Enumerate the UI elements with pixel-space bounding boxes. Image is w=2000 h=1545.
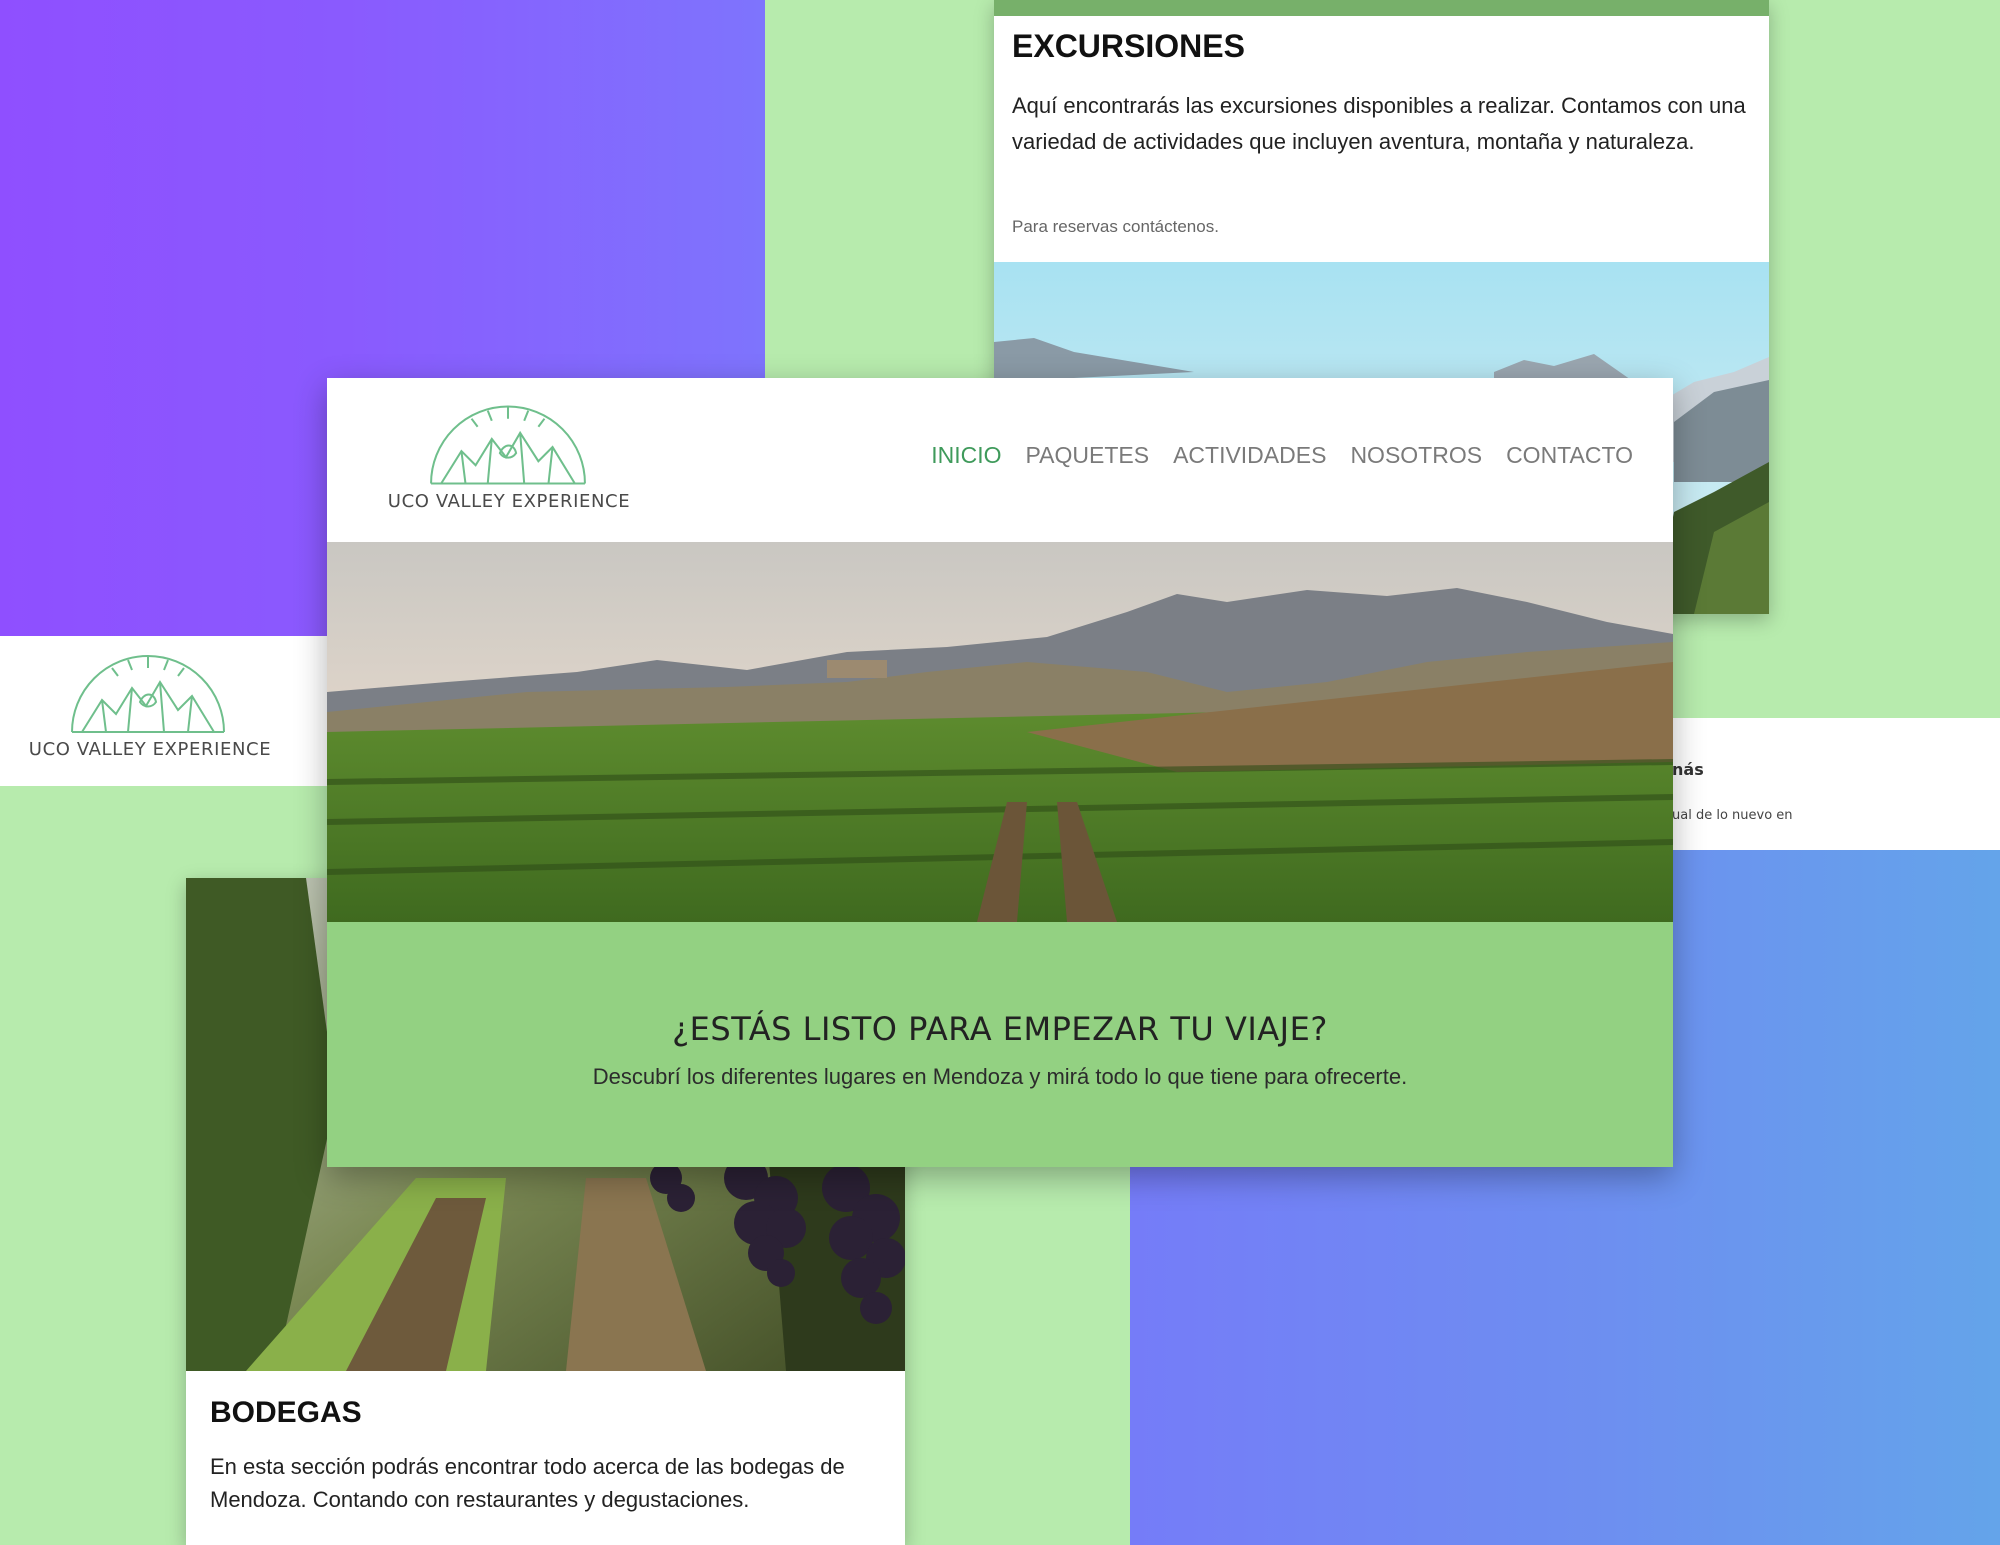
cta-subtitle: Descubrí los diferentes lugares en Mendo… — [592, 1064, 1408, 1089]
side-logo-panel: UCO VALLEY EXPERIENCE — [0, 636, 330, 786]
nav-nosotros[interactable]: NOSOTROS — [1350, 442, 1482, 469]
nav-actividades[interactable]: ACTIVIDADES — [1173, 442, 1326, 469]
cta-title: ¿ESTÁS LISTO PARA EMPEZAR TU VIAJE? — [672, 1010, 1328, 1048]
main-site-preview: UCO VALLEY EXPERIENCE INICIO PAQUETES AC… — [327, 378, 1673, 1167]
cta-section: ¿ESTÁS LISTO PARA EMPEZAR TU VIAJE? Desc… — [327, 922, 1673, 1167]
vineyard-valley-photo — [327, 542, 1673, 922]
bodegas-description: En esta sección podrás encontrar todo ac… — [210, 1454, 845, 1512]
partial-card-title: nás — [1672, 760, 1704, 779]
nav-inicio[interactable]: INICIO — [931, 442, 1001, 469]
bodegas-title: BODEGAS — [210, 1396, 362, 1429]
card-top-bar — [994, 0, 1769, 16]
main-nav: INICIO PAQUETES ACTIVIDADES NOSOTROS CON… — [931, 442, 1633, 469]
brand-name: UCO VALLEY EXPERIENCE — [387, 491, 631, 512]
partial-card-text: ual de lo nuevo en — [1672, 808, 1793, 823]
excursiones-note: Para reservas contáctenos. — [1012, 217, 1219, 236]
mountain-arch-logo-icon[interactable] — [427, 402, 589, 486]
brand-name: UCO VALLEY EXPERIENCE — [28, 739, 272, 760]
excursiones-title: EXCURSIONES — [1012, 28, 1245, 64]
partial-card-strip: nás ual de lo nuevo en — [1620, 718, 2000, 850]
excursiones-description: Aquí encontrarás las excursiones disponi… — [1012, 93, 1746, 154]
nav-paquetes[interactable]: PAQUETES — [1026, 442, 1150, 469]
mountain-arch-logo-icon — [71, 655, 225, 733]
site-header: UCO VALLEY EXPERIENCE INICIO PAQUETES AC… — [327, 378, 1673, 542]
nav-contacto[interactable]: CONTACTO — [1506, 442, 1633, 469]
